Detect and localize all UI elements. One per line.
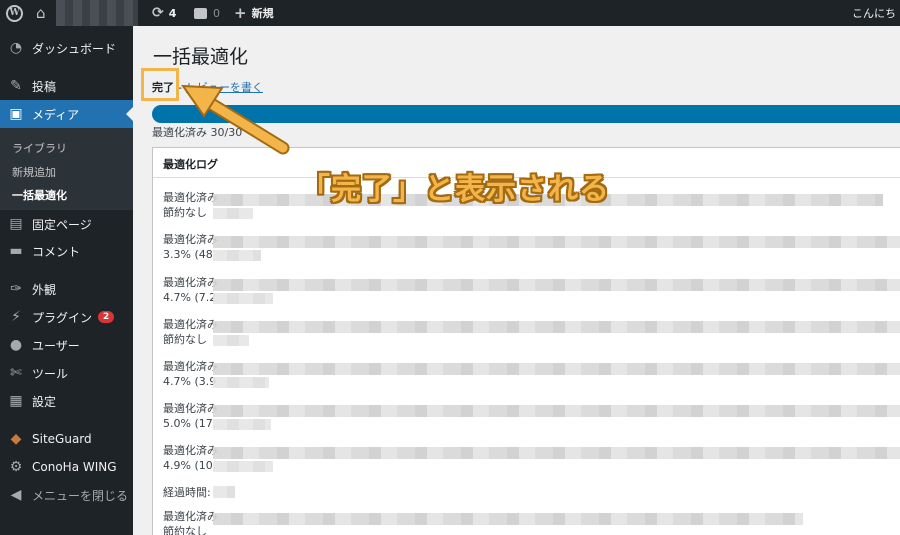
submenu-add-new[interactable]: 新規追加 [12, 164, 56, 180]
menu-siteguard[interactable]: ◆ SiteGuard [0, 425, 133, 453]
log-entry: 最適化済み 節約なし [163, 191, 218, 219]
comment-icon: ▬ [9, 243, 23, 259]
plus-icon: + [234, 4, 247, 22]
log-entry-elapsed: 経過時間: [163, 486, 211, 499]
media-submenu: ライブラリ 新規追加 一括最適化 [0, 128, 133, 210]
wordpress-logo-icon[interactable]: W [6, 0, 24, 26]
annotation-callout: 「完了」と表示される [300, 172, 610, 207]
menu-appearance[interactable]: ✑ 外観 [0, 275, 133, 303]
blurred-detail [213, 377, 269, 388]
blurred-detail [213, 486, 235, 498]
comment-bubble-icon [194, 7, 207, 19]
blurred-detail [213, 208, 253, 219]
dashboard-icon: ◔ [9, 40, 23, 56]
comments-button[interactable]: 0 [194, 0, 220, 26]
gear-icon: ⚙ [9, 459, 23, 475]
menu-plugins[interactable]: ⚡ プラグイン 2 [0, 303, 133, 331]
menu-conoha-wing[interactable]: ⚙ ConoHa WING [0, 453, 133, 481]
blurred-filename [213, 447, 900, 459]
highlight-box [141, 68, 179, 101]
menu-posts[interactable]: ✎ 投稿 [0, 72, 133, 100]
page-icon: ▤ [9, 216, 23, 232]
comments-count: 0 [213, 6, 220, 20]
siteguard-icon: ◆ [10, 431, 22, 447]
blurred-filename [213, 513, 803, 525]
user-icon: ● [9, 337, 23, 353]
new-label: 新規 [251, 7, 274, 20]
log-entry: 最適化済み 5.0% (17. [163, 402, 218, 430]
plugin-update-badge: 2 [98, 311, 115, 323]
brush-icon: ✑ [10, 281, 22, 297]
blurred-filename [213, 363, 900, 375]
collapse-menu-button[interactable]: ◀ メニューを閉じる [0, 481, 133, 509]
log-entry: 最適化済み 節約なし [163, 510, 218, 535]
wrench-icon: ✄ [10, 365, 22, 381]
menu-tools[interactable]: ✄ ツール [0, 359, 133, 387]
howdy-account[interactable]: こんにち [852, 0, 900, 26]
submenu-library[interactable]: ライブラリ [12, 140, 67, 156]
log-entry: 最適化済み 4.7% (7.2 [163, 276, 218, 304]
updates-count: 4 [168, 6, 177, 20]
site-name-blurred[interactable] [56, 0, 138, 26]
plugin-icon: ⚡ [11, 309, 21, 325]
blurred-filename [213, 236, 900, 248]
log-entry: 最適化済み 4.9% (10. [163, 444, 218, 472]
page-title: 一括最適化 [153, 46, 249, 68]
submenu-bulk-optimize[interactable]: 一括最適化 [12, 187, 67, 203]
admin-sidebar: ◔ ダッシュボード ✎ 投稿 ▣ メディア ライブラリ 新規追加 一括最適化 ▤… [0, 26, 133, 535]
progress-bar [152, 105, 900, 123]
review-link[interactable]: レビューを書く [186, 79, 263, 95]
refresh-icon: ⟳ [152, 5, 164, 21]
log-entry: 最適化済み 4.7% (3.9 [163, 360, 218, 388]
menu-dashboard[interactable]: ◔ ダッシュボード [0, 34, 133, 62]
blurred-detail [213, 293, 273, 304]
new-content-button[interactable]: + 新規 [234, 0, 274, 26]
home-icon[interactable]: ⌂ [36, 0, 46, 26]
log-entry: 最適化済み 3.3% (48 [163, 233, 218, 261]
menu-users[interactable]: ● ユーザー [0, 331, 133, 359]
menu-settings[interactable]: ▦ 設定 [0, 387, 133, 415]
settings-icon: ▦ [9, 393, 23, 409]
blurred-detail [213, 419, 271, 430]
blurred-detail [213, 461, 273, 472]
collapse-icon: ◀ [10, 487, 22, 503]
menu-media[interactable]: ▣ メディア [0, 100, 133, 128]
media-icon: ▣ [9, 106, 23, 122]
log-entry: 最適化済み 節約なし [163, 318, 218, 346]
blurred-detail [213, 250, 261, 261]
updates-button[interactable]: ⟳ 4 [152, 0, 176, 26]
pin-icon: ✎ [10, 78, 22, 94]
menu-pages[interactable]: ▤ 固定ページ [0, 210, 133, 238]
main-content: 一括最適化 完了 - レビューを書く 最適化済み 30/30 最適化ログ 最適化… [133, 26, 900, 535]
blurred-filename [213, 321, 900, 333]
menu-comments[interactable]: ▬ コメント [0, 237, 133, 265]
blurred-filename [213, 279, 900, 291]
admin-bar: W ⌂ ⟳ 4 0 + 新規 こんにち [0, 0, 900, 26]
blurred-filename [213, 405, 900, 417]
progress-text: 最適化済み 30/30 [152, 126, 243, 139]
blurred-detail [213, 335, 249, 346]
